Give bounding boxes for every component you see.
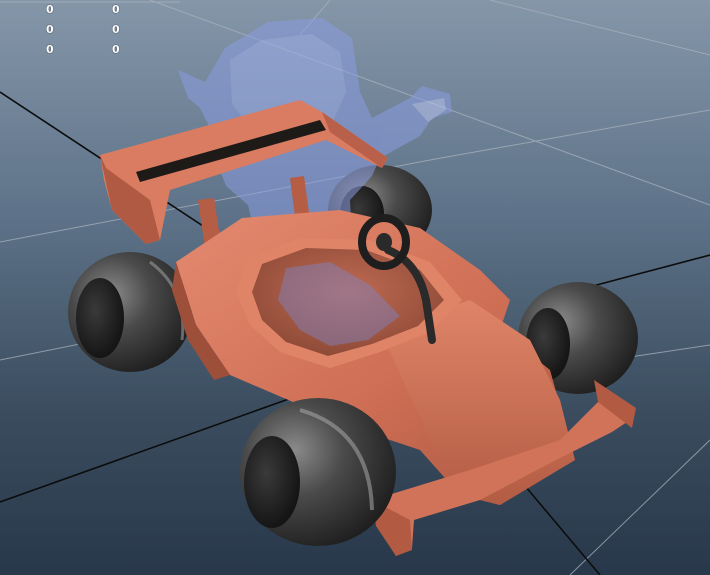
rear-left-tire bbox=[68, 252, 192, 372]
hud-value: 0 bbox=[46, 23, 54, 36]
hud-value: 0 bbox=[46, 43, 54, 56]
hud-value: 0 bbox=[112, 43, 120, 56]
3d-viewport[interactable]: 0 0 0 0 0 0 bbox=[0, 0, 710, 575]
hud-readout: 0 0 0 0 0 0 bbox=[0, 0, 160, 60]
hud-value: 0 bbox=[112, 3, 120, 16]
hud-value: 0 bbox=[112, 23, 120, 36]
viewport-scene bbox=[0, 0, 710, 575]
hud-value: 0 bbox=[46, 3, 54, 16]
front-left-tire bbox=[240, 398, 396, 546]
